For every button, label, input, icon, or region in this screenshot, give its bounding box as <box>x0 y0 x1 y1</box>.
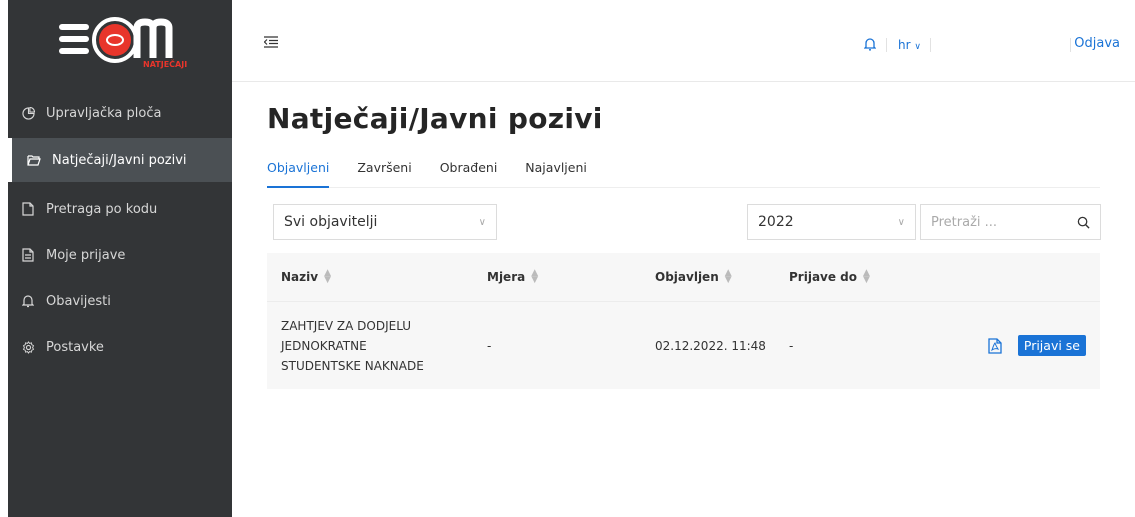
sidebar-item-calls[interactable]: Natječaji/Javni pozivi <box>8 138 232 182</box>
sidebar-item-settings[interactable]: Postavke <box>8 324 232 370</box>
tab-published[interactable]: Objavljeni <box>267 158 330 188</box>
sidebar-nav: Upravljačka ploča Natječaji/Javni pozivi… <box>8 90 232 370</box>
tab-announced[interactable]: Najavljeni <box>525 158 587 188</box>
top-header: hr ∨ Odjava <box>232 0 1135 82</box>
publisher-select-value: Svi objavitelji <box>284 214 378 230</box>
publisher-select[interactable]: Svi objavitelji ∨ <box>273 204 497 240</box>
sidebar-item-label: Postavke <box>46 339 104 355</box>
sidebar-item-label: Natječaji/Javni pozivi <box>52 152 187 168</box>
notifications-bell-icon[interactable] <box>864 37 876 51</box>
page-title: Natječaji/Javni pozivi <box>267 102 603 135</box>
bell-icon <box>20 293 36 309</box>
folder-open-icon <box>26 152 42 168</box>
sidebar-item-dashboard[interactable]: Upravljačka ploča <box>8 90 232 136</box>
chevron-down-icon: ∨ <box>478 216 486 228</box>
table-header: Naziv ▲ ▼ Mjera ▲ ▼ Objavljen ▲ ▼ Prijave d… <box>267 253 1100 301</box>
cell-prijave-do: - <box>789 338 794 353</box>
sidebar: NATJEČAJI Upravljačka ploča Natječaji/Ja… <box>0 0 232 517</box>
sort-icon: ▲ ▼ <box>724 268 732 285</box>
menu-toggle-icon[interactable] <box>264 36 278 48</box>
sidebar-item-label: Upravljačka ploča <box>46 105 162 121</box>
divider <box>886 38 887 52</box>
cell-mjera: - <box>487 338 492 353</box>
apply-button[interactable]: Prijavi se <box>1017 335 1086 356</box>
search-icon[interactable] <box>1077 216 1090 229</box>
search-box[interactable] <box>920 204 1101 240</box>
cell-actions: Prijavi se <box>965 335 1100 356</box>
year-select-value: 2022 <box>758 214 794 230</box>
tabs: Objavljeni Završeni Obrađeni Najavljeni <box>267 158 1100 188</box>
column-header-mjera[interactable]: Mjera ▲ ▼ <box>487 268 655 285</box>
main-content: Natječaji/Javni pozivi Objavljeni Završe… <box>232 82 1135 517</box>
column-header-objavljen[interactable]: Objavljen ▲ ▼ <box>655 268 789 285</box>
column-label: Objavljen <box>655 270 719 284</box>
sidebar-item-code-search[interactable]: Pretraga po kodu <box>8 186 232 232</box>
som-natjecaji-logo[interactable]: NATJEČAJI <box>55 14 190 69</box>
column-label: Naziv <box>281 270 319 284</box>
calls-table: Naziv ▲ ▼ Mjera ▲ ▼ Objavljen ▲ ▼ Prijave d… <box>267 253 1100 389</box>
sidebar-item-my-applications[interactable]: Moje prijave <box>8 232 232 278</box>
divider <box>1070 38 1071 52</box>
chevron-down-icon: ∨ <box>897 216 905 228</box>
table-row: ZAHTJEV ZA DODJELU JEDNOKRATNE STUDENTSK… <box>267 301 1100 389</box>
year-select[interactable]: 2022 ∨ <box>747 204 916 240</box>
logout-link[interactable]: Odjava <box>1074 36 1120 51</box>
sidebar-item-notifications[interactable]: Obavijesti <box>8 278 232 324</box>
file-icon <box>20 201 36 217</box>
language-selector[interactable]: hr ∨ <box>898 38 921 52</box>
sort-icon: ▲ ▼ <box>863 268 870 285</box>
language-value: hr <box>898 38 911 52</box>
column-header-naziv[interactable]: Naziv ▲ ▼ <box>267 268 487 285</box>
sidebar-item-label: Obavijesti <box>46 293 111 309</box>
pdf-icon[interactable] <box>988 337 1002 354</box>
column-label: Prijave do <box>789 270 858 284</box>
tab-finished[interactable]: Završeni <box>357 158 411 188</box>
file-text-icon <box>20 247 36 263</box>
column-header-prijave-do[interactable]: Prijave do ▲ ▼ <box>789 268 965 285</box>
chevron-down-icon: ∨ <box>914 42 921 52</box>
search-input[interactable] <box>931 214 1061 230</box>
svg-text:NATJEČAJI: NATJEČAJI <box>143 58 187 69</box>
divider <box>930 38 931 52</box>
pie-chart-icon <box>20 105 36 121</box>
sort-icon: ▲ ▼ <box>324 268 331 285</box>
sidebar-item-label: Moje prijave <box>46 247 126 263</box>
cell-naziv: ZAHTJEV ZA DODJELU JEDNOKRATNE STUDENTSK… <box>281 318 424 373</box>
column-label: Mjera <box>487 270 526 284</box>
tab-processed[interactable]: Obrađeni <box>440 158 498 188</box>
sort-icon: ▲ ▼ <box>531 268 539 285</box>
gear-icon <box>20 339 36 355</box>
sidebar-item-label: Pretraga po kodu <box>46 201 158 217</box>
cell-objavljen: 02.12.2022. 11:48 <box>655 338 766 353</box>
